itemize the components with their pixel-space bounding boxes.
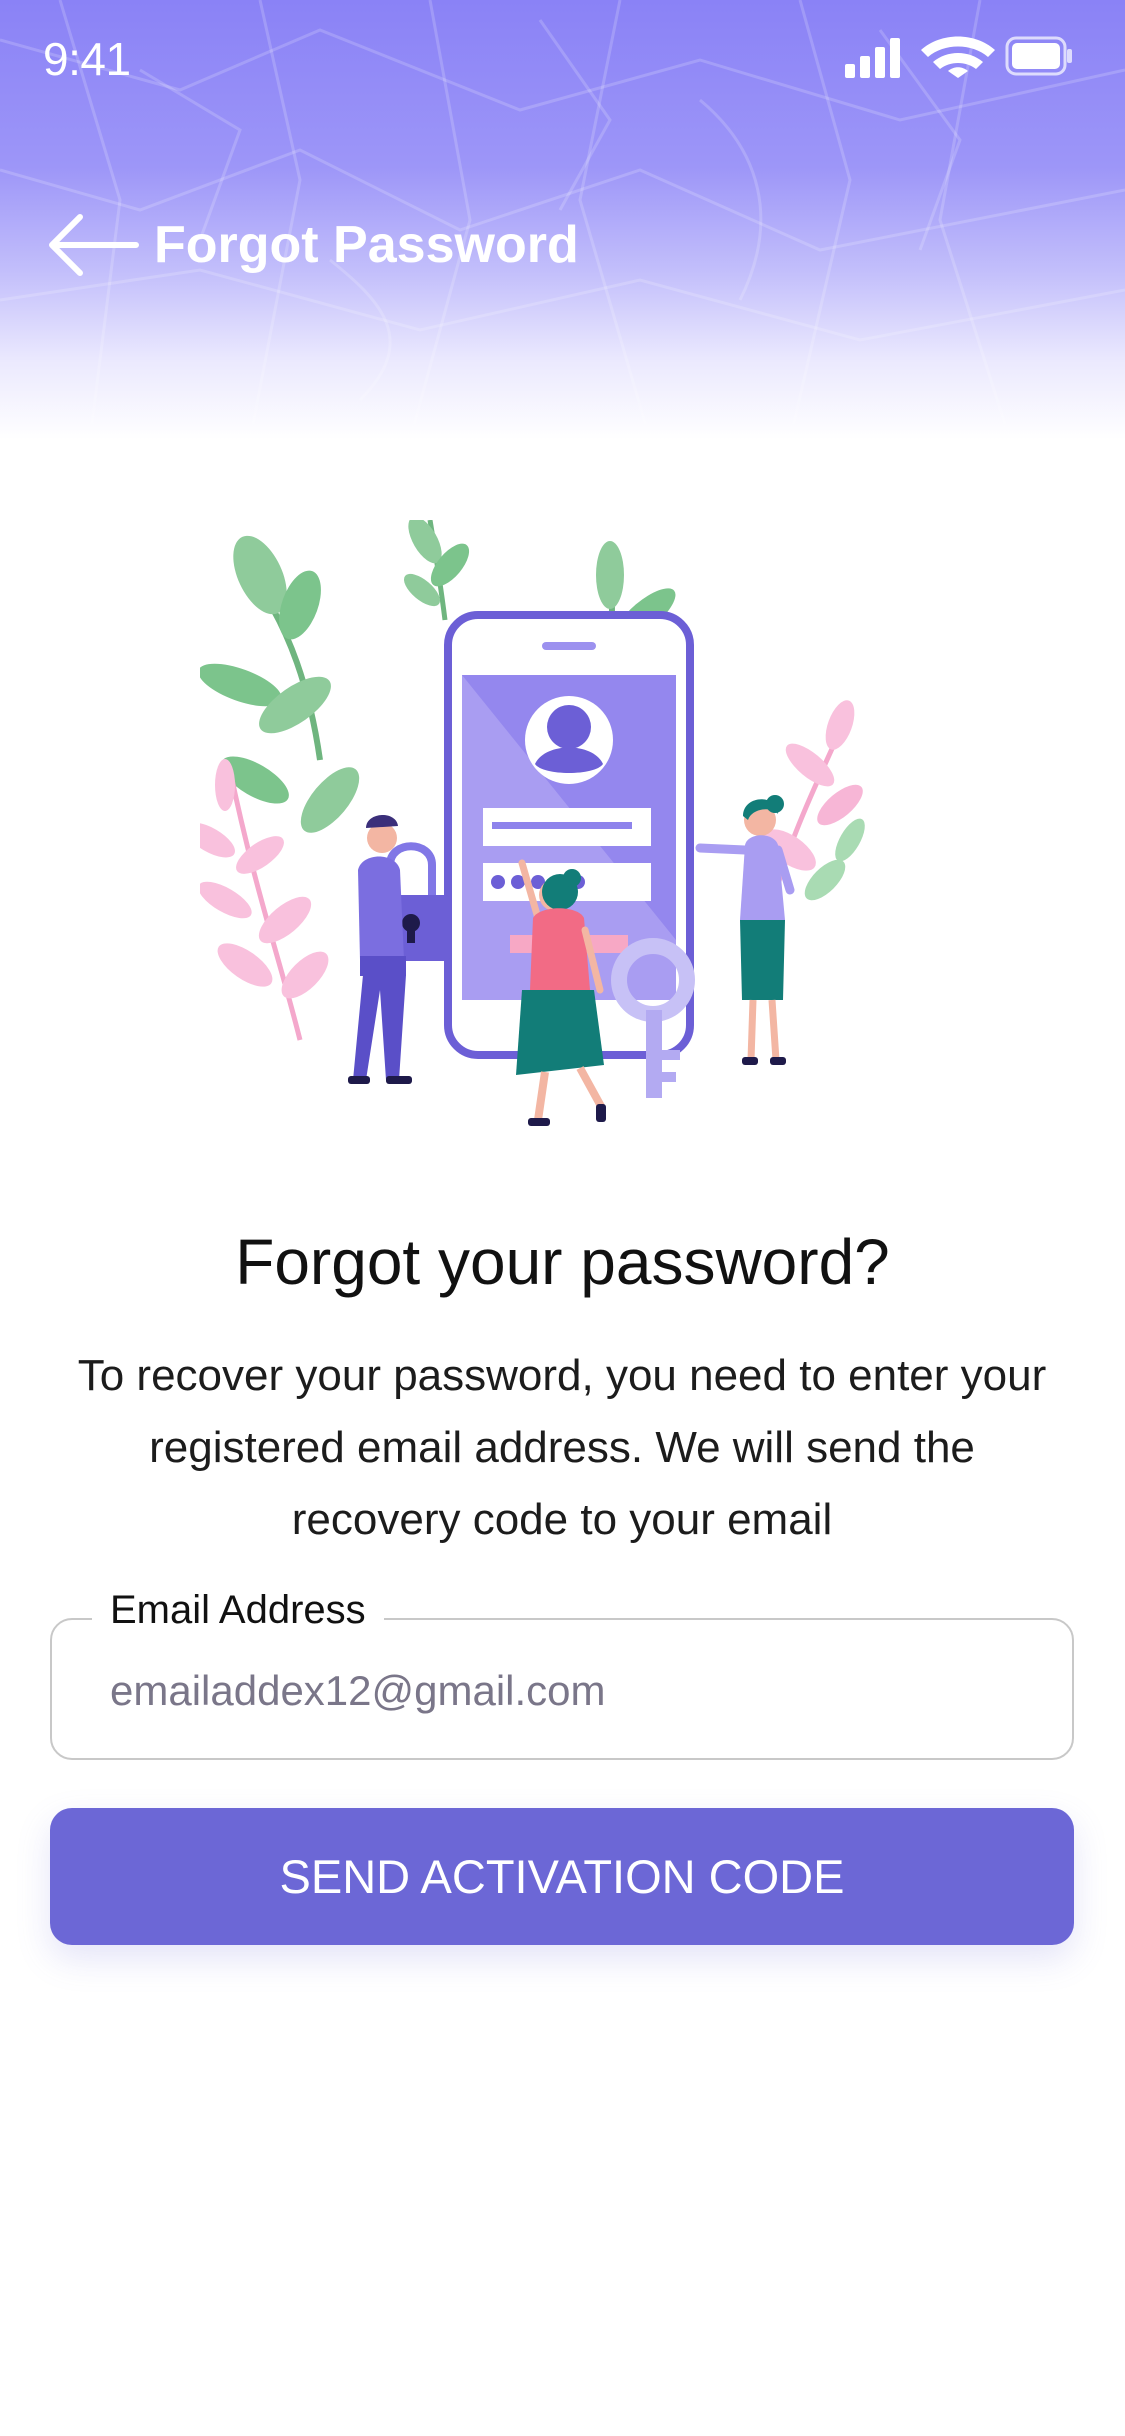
back-arrow-icon — [49, 214, 139, 276]
top-nav: Forgot Password — [48, 210, 579, 280]
forgot-password-illustration — [200, 520, 865, 1126]
battery-icon — [1005, 36, 1072, 76]
page-title: Forgot Password — [154, 216, 579, 274]
man-figure — [348, 814, 412, 1084]
email-field[interactable]: Email Address — [50, 1588, 1074, 1760]
status-time: 9:41 — [43, 33, 131, 85]
back-button[interactable] — [48, 210, 140, 280]
instructions-text: To recover your password, you need to en… — [77, 1351, 1047, 1544]
forgot-heading: Forgot your password? — [235, 1226, 890, 1298]
wifi-icon — [921, 36, 995, 78]
cellular-signal-icon — [845, 38, 900, 78]
plant-top — [403, 520, 470, 621]
status-icons — [845, 36, 1072, 78]
send-activation-code-button[interactable]: SEND ACTIVATION CODE — [50, 1808, 1074, 1945]
email-input[interactable] — [110, 1658, 1010, 1724]
email-field-label: Email Address — [92, 1588, 384, 1633]
